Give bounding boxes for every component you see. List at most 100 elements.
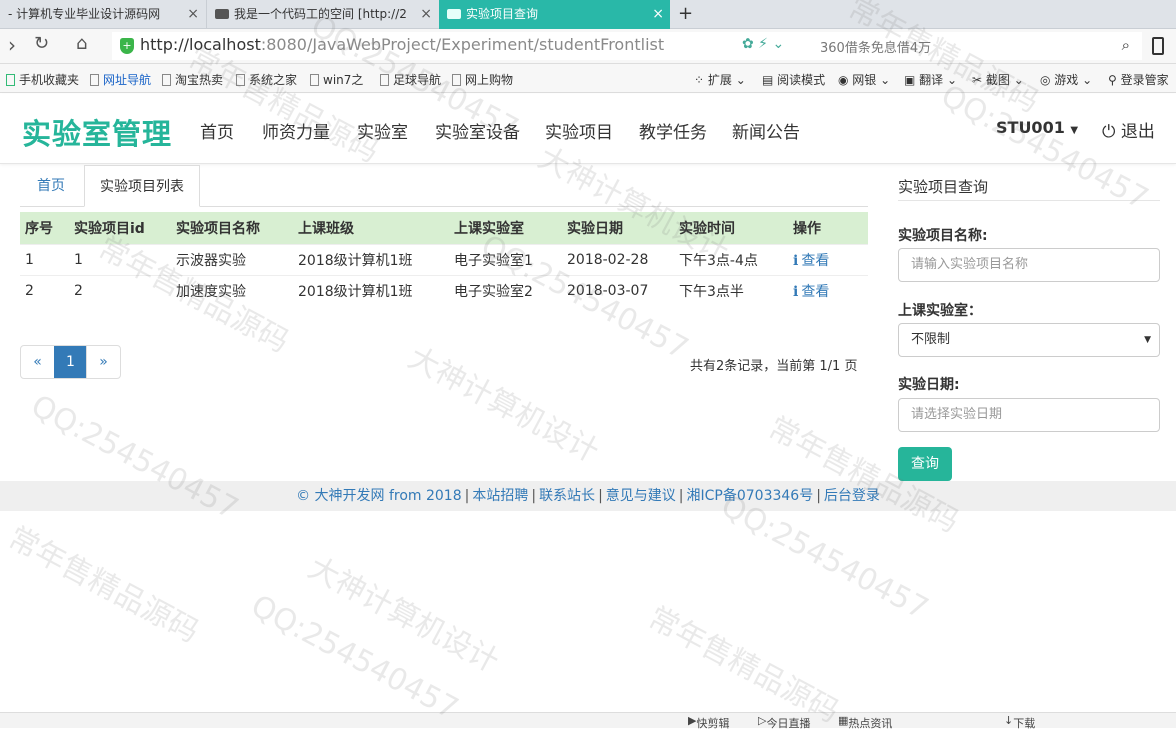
prev-page-button[interactable]: « [21, 346, 54, 378]
date-input[interactable]: 请选择实验日期 [898, 398, 1160, 432]
url-input[interactable]: + http://localhost:8080/JavaWebProject/E… [112, 32, 1142, 60]
view-link[interactable]: i 查看 [793, 253, 829, 269]
mask-icon [215, 9, 229, 19]
speed-icon[interactable]: ✿ ⚡ ⌄ [742, 36, 784, 52]
close-icon[interactable]: × [420, 0, 432, 29]
lab-room-selected: 不限制 [911, 332, 951, 347]
user-menu[interactable]: STU001 ▼ [996, 118, 1078, 137]
footer-copyright[interactable]: © 大神开发网 from 2018 [296, 488, 462, 504]
footer-link-feedback[interactable]: 意见与建议 [606, 488, 676, 504]
status-item[interactable]: ▷ 今日直播 [758, 714, 810, 730]
nav-item-tasks[interactable]: 教学任务 [639, 118, 707, 143]
watermark-text: 常年售精品源码 [642, 600, 845, 730]
browser-tab-2[interactable]: 我是一个代码工的空间 [http://2 × [206, 0, 438, 29]
cell-id: 1 [69, 243, 171, 275]
footer-link-contact[interactable]: 联系站长 [539, 488, 595, 504]
site-logo[interactable]: 实验室管理 [22, 111, 172, 153]
gamepad-icon: ◎ [1040, 73, 1055, 87]
translate-icon: ▣ [904, 73, 920, 87]
url-text: http://localhost:8080/JavaWebProject/Exp… [140, 35, 665, 54]
shield-icon: + [120, 38, 134, 54]
toolbar-screenshot[interactable]: ✂ 截图 ⌄ [972, 71, 1024, 88]
lab-room-select[interactable]: 不限制 ▼ [898, 323, 1160, 357]
nav-item-labs[interactable]: 实验室 [357, 118, 408, 143]
logout-link[interactable]: ⏻ 退出 [1102, 117, 1155, 142]
pagination: «1» [20, 345, 121, 379]
nav-item-home[interactable]: 首页 [200, 118, 234, 143]
cell-room: 电子实验室1 [449, 243, 562, 275]
bookmark-item[interactable]: 淘宝热卖 [162, 71, 223, 88]
project-name-input[interactable]: 请输入实验项目名称 [898, 248, 1160, 282]
status-item[interactable]: ▦ 热点资讯 [838, 714, 892, 730]
toolbar-reading-mode[interactable]: ▤ 阅读模式 [762, 71, 825, 88]
table-row: 1 1 示波器实验 2018级计算机1班 电子实验室1 2018-02-28 下… [20, 243, 868, 275]
toolbar-login[interactable]: ⚲ 登录管家 [1108, 71, 1169, 88]
page-info: 共有2条记录，当前第 1/1 页 [690, 359, 858, 374]
phone-icon[interactable] [1152, 37, 1164, 55]
toolbar-games[interactable]: ◎ 游戏 ⌄ [1040, 71, 1092, 88]
cell-id: 2 [69, 274, 171, 306]
search-button[interactable]: 查询 [898, 447, 952, 481]
toolbar-extensions[interactable]: ⁘ 扩展 ⌄ [694, 71, 746, 88]
bookmark-item[interactable]: 足球导航 [380, 71, 441, 88]
footer-link-admin[interactable]: 后台登录 [824, 488, 880, 504]
search-icon[interactable]: ⌕ [1122, 36, 1130, 54]
toolbar-translate[interactable]: ▣ 翻译 ⌄ [904, 71, 957, 88]
table-header-row: 序号 实验项目id 实验项目名称 上课班级 上课实验室 实验日期 实验时间 操作 [20, 212, 868, 244]
cell-class: 2018级计算机1班 [293, 243, 449, 275]
username: STU001 [996, 118, 1065, 137]
col-header: 实验项目id [69, 212, 171, 244]
footer-link-jobs[interactable]: 本站招聘 [472, 488, 528, 504]
watermark-text: 大神计算机设计 [302, 550, 505, 680]
divider [898, 200, 1160, 201]
bookmark-item[interactable]: 系统之家 [236, 71, 297, 88]
col-header: 实验时间 [674, 212, 788, 244]
next-page-button[interactable]: » [87, 346, 120, 378]
reload-icon[interactable]: ↻ [34, 33, 49, 54]
caret-down-icon: ▼ [1144, 335, 1151, 345]
cell-name: 示波器实验 [171, 243, 293, 275]
nav-item-projects[interactable]: 实验项目 [545, 118, 613, 143]
info-icon: i [793, 283, 799, 300]
table-row: 2 2 加速度实验 2018级计算机1班 电子实验室2 2018-03-07 下… [20, 274, 868, 306]
col-header: 上课实验室 [449, 212, 562, 244]
site-footer: © 大神开发网 from 2018 | 本站招聘 | 联系站长 | 意见与建议 | 湘ICP备0… [0, 481, 1176, 511]
page-button-current[interactable]: 1 [54, 346, 87, 378]
close-icon[interactable]: × [187, 0, 199, 29]
forward-icon[interactable]: › [8, 33, 16, 57]
puzzle-icon: ⁘ [694, 73, 708, 87]
key-icon: ⚲ [1108, 73, 1121, 87]
cell-room: 电子实验室2 [449, 274, 562, 306]
tab-project-list[interactable]: 实验项目列表 [84, 165, 200, 207]
view-link[interactable]: i 查看 [793, 284, 829, 300]
project-name-label: 实验项目名称: [898, 228, 988, 244]
cell-time: 下午3点-4点 [674, 243, 788, 275]
browser-tab-3-active[interactable]: 实验项目查询 × [439, 0, 670, 29]
url-suggest[interactable]: 360借条免息借4万 [820, 37, 931, 56]
home-icon[interactable]: ⌂ [76, 33, 87, 54]
bookmark-item[interactable]: win7之 [310, 71, 363, 88]
nav-item-teachers[interactable]: 师资力量 [262, 118, 330, 143]
project-table: 序号 实验项目id 实验项目名称 上课班级 上课实验室 实验日期 实验时间 操作… [20, 212, 868, 306]
browser-tab-bar: - 计算机专业毕业设计源码网 × 我是一个代码工的空间 [http://2 × … [0, 0, 1176, 29]
cell-action: i 查看 [788, 274, 868, 306]
close-icon[interactable]: × [652, 0, 664, 29]
browser-tab-1[interactable]: - 计算机专业毕业设计源码网 × [0, 0, 205, 29]
cell-no: 1 [20, 243, 69, 275]
status-item[interactable]: ▶ 快剪辑 [688, 714, 729, 730]
cell-action: i 查看 [788, 243, 868, 275]
date-label: 实验日期: [898, 377, 960, 393]
bookmark-item[interactable]: 网址导航 [90, 71, 151, 88]
address-bar: › ↻ ⌂ + http://localhost:8080/JavaWebPro… [0, 29, 1176, 64]
bookmark-item[interactable]: 手机收藏夹 [6, 71, 79, 88]
footer-link-icp[interactable]: 湘ICP备0703346号 [687, 488, 814, 504]
toolbar-bank[interactable]: ◉ 网银 ⌄ [838, 71, 890, 88]
new-tab-icon[interactable]: + [678, 3, 693, 24]
status-item[interactable]: ↓ 下载 [1004, 714, 1035, 730]
tab-home[interactable]: 首页 [22, 165, 80, 207]
cell-time: 下午3点半 [674, 274, 788, 306]
nav-item-news[interactable]: 新闻公告 [732, 118, 800, 143]
content-tabs: 首页 实验项目列表 [20, 165, 868, 207]
nav-item-equipment[interactable]: 实验室设备 [435, 118, 520, 143]
bookmark-item[interactable]: 网上购物 [452, 71, 513, 88]
